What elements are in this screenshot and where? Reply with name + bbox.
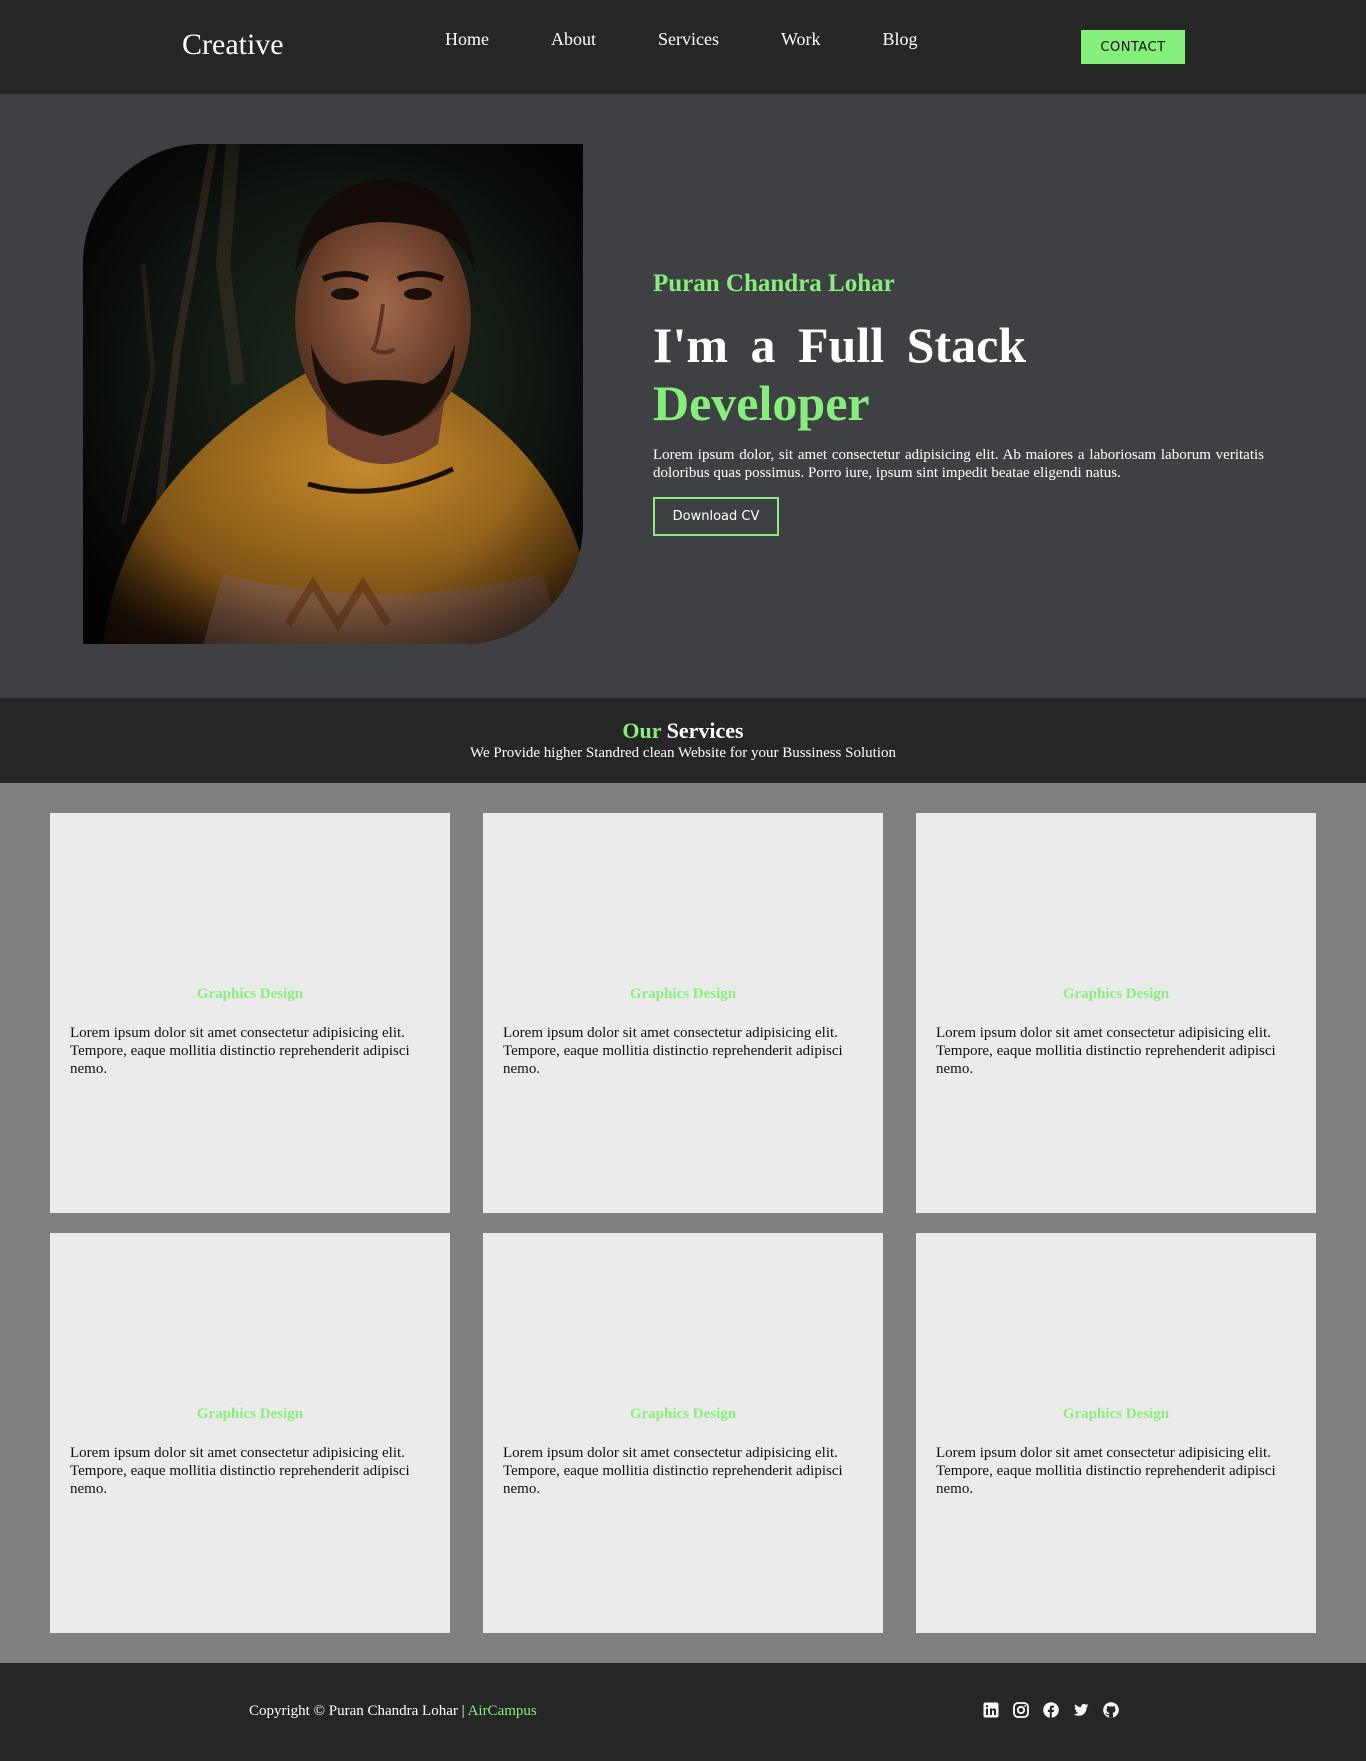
service-card-title: Graphics Design [629, 1406, 737, 1422]
twitter-icon[interactable] [1073, 1702, 1089, 1718]
contact-button[interactable]: CONTACT [1081, 30, 1185, 64]
main-menu: Home About Services Work Blog [445, 29, 980, 50]
services-title-rest: Services [666, 718, 744, 743]
social-links [983, 1702, 1133, 1718]
service-card-text: Lorem ipsum dolor sit amet consectetur a… [936, 1025, 1276, 1077]
logo[interactable]: Creative [182, 28, 284, 62]
hero-description: Lorem ipsum dolor, sit amet consectetur … [653, 447, 1264, 481]
navbar: Creative Home About Services Work Blog C… [0, 0, 1366, 94]
hero-title: I'm a Full Stack Developer [653, 316, 1026, 432]
services-title-highlight: Our [622, 718, 662, 743]
nav-work-link[interactable]: Work [781, 29, 821, 50]
nav-blog-link[interactable]: Blog [883, 29, 918, 50]
hero-section: Puran Chandra Lohar I'm a Full Stack Dev… [0, 94, 1366, 698]
service-card: Graphics Design Lorem ipsum dolor sit am… [916, 813, 1316, 1213]
profile-photo [83, 144, 583, 644]
service-card-title: Graphics Design [629, 986, 737, 1002]
hero-title-line1: I'm a Full Stack [653, 317, 1027, 373]
service-card: Graphics Design Lorem ipsum dolor sit am… [916, 1233, 1316, 1633]
service-card: Graphics Design Lorem ipsum dolor sit am… [50, 813, 450, 1213]
nav-home-link[interactable]: Home [445, 29, 489, 50]
nav-services-link[interactable]: Services [658, 29, 719, 50]
linkedin-icon[interactable] [983, 1702, 999, 1718]
brand-link[interactable]: AirCampus [468, 1703, 537, 1719]
profile-photo-illustration [83, 144, 583, 644]
copyright-text: Copyright © Puran Chandra Lohar | [249, 1703, 465, 1719]
service-card-text: Lorem ipsum dolor sit amet consectetur a… [70, 1445, 410, 1497]
hero-name: Puran Chandra Lohar [653, 270, 895, 297]
service-card: Graphics Design Lorem ipsum dolor sit am… [483, 813, 883, 1213]
service-card-title: Graphics Design [1062, 986, 1170, 1002]
services-subtitle: We Provide higher Standred clean Website… [470, 745, 896, 761]
service-card: Graphics Design Lorem ipsum dolor sit am… [483, 1233, 883, 1633]
service-card-text: Lorem ipsum dolor sit amet consectetur a… [936, 1445, 1276, 1497]
footer: Copyright © Puran Chandra Lohar | AirCam… [0, 1663, 1366, 1761]
instagram-icon[interactable] [1013, 1702, 1029, 1718]
download-cv-button[interactable]: Download CV [653, 497, 779, 536]
service-card-text: Lorem ipsum dolor sit amet consectetur a… [503, 1025, 843, 1077]
service-card-text: Lorem ipsum dolor sit amet consectetur a… [503, 1445, 843, 1497]
service-card: Graphics Design Lorem ipsum dolor sit am… [50, 1233, 450, 1633]
services-title: Our Services [0, 718, 1366, 744]
nav-about-link[interactable]: About [551, 29, 596, 50]
service-card-title: Graphics Design [196, 986, 304, 1002]
services-header: Our Services We Provide higher Standred … [0, 698, 1366, 783]
facebook-icon[interactable] [1043, 1702, 1059, 1718]
service-card-text: Lorem ipsum dolor sit amet consectetur a… [70, 1025, 410, 1077]
github-icon[interactable] [1103, 1702, 1119, 1718]
hero-title-line2: Developer [653, 375, 870, 431]
service-card-title: Graphics Design [196, 1406, 304, 1422]
copyright: Copyright © Puran Chandra Lohar | AirCam… [249, 1703, 537, 1720]
services-grid: Graphics Design Lorem ipsum dolor sit am… [0, 783, 1366, 1663]
service-card-title: Graphics Design [1062, 1406, 1170, 1422]
